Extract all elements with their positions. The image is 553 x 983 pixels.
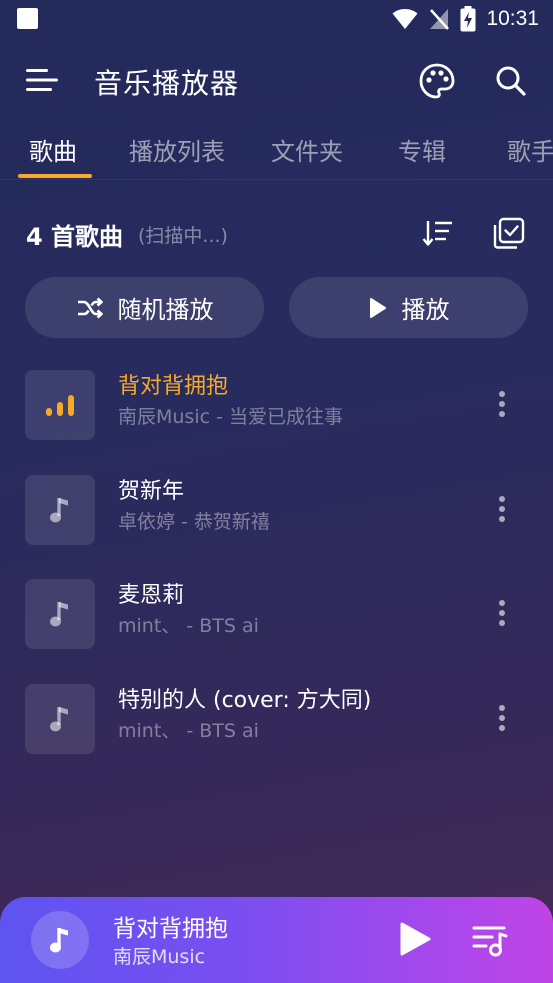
play-icon bbox=[369, 297, 386, 318]
palette-icon[interactable] bbox=[418, 62, 456, 100]
tab-artists[interactable]: 歌手 bbox=[507, 132, 553, 167]
no-signal-icon bbox=[430, 9, 450, 30]
mini-player[interactable]: 背对背拥抱 南辰Music bbox=[0, 897, 553, 983]
equalizer-icon bbox=[46, 395, 74, 416]
song-title: 麦恩莉 bbox=[118, 583, 185, 608]
song-thumbnail bbox=[25, 475, 95, 545]
status-bar: 10:31 bbox=[0, 0, 553, 38]
sort-icon[interactable] bbox=[420, 215, 456, 251]
more-options-icon[interactable] bbox=[486, 593, 518, 633]
app-bar: 音乐播放器 bbox=[0, 50, 553, 112]
song-subtitle: mint、 - BTS ai bbox=[118, 720, 259, 742]
song-subtitle: mint、 - BTS ai bbox=[118, 615, 259, 637]
song-count: 4 首歌曲 bbox=[26, 223, 124, 251]
song-subtitle: 卓依婷 - 恭贺新禧 bbox=[118, 511, 270, 533]
more-options-icon[interactable] bbox=[486, 384, 518, 424]
list-header: 4 首歌曲 (扫描中...) bbox=[0, 205, 553, 261]
song-title: 贺新年 bbox=[118, 479, 185, 504]
tab-albums[interactable]: 专辑 bbox=[398, 132, 446, 167]
play-all-label: 播放 bbox=[401, 296, 450, 324]
song-thumbnail bbox=[25, 684, 95, 754]
clock: 10:31 bbox=[486, 7, 539, 30]
song-row[interactable]: 麦恩莉 mint、 - BTS ai bbox=[0, 571, 553, 661]
queue-icon[interactable] bbox=[470, 920, 510, 960]
page-title: 音乐播放器 bbox=[94, 68, 240, 99]
song-row[interactable]: 背对背拥抱 南辰Music - 当爱已成往事 bbox=[0, 362, 553, 452]
scanning-status: (扫描中...) bbox=[138, 225, 228, 247]
search-icon[interactable] bbox=[492, 62, 530, 100]
play-icon[interactable] bbox=[394, 919, 434, 959]
song-thumbnail bbox=[25, 370, 95, 440]
multi-select-icon[interactable] bbox=[491, 215, 527, 251]
tab-songs[interactable]: 歌曲 bbox=[29, 132, 77, 167]
song-row[interactable]: 贺新年 卓依婷 - 恭贺新禧 bbox=[0, 467, 553, 557]
song-subtitle: 南辰Music - 当爱已成往事 bbox=[118, 406, 343, 428]
shuffle-icon bbox=[77, 297, 103, 318]
more-options-icon[interactable] bbox=[486, 489, 518, 529]
mini-player-title: 背对背拥抱 bbox=[113, 916, 228, 942]
shuffle-button[interactable]: 随机播放 bbox=[25, 277, 264, 338]
mini-player-artwork bbox=[31, 911, 89, 969]
battery-charging-icon bbox=[460, 6, 476, 32]
more-options-icon[interactable] bbox=[486, 698, 518, 738]
music-note-icon bbox=[50, 928, 68, 953]
song-thumbnail bbox=[25, 579, 95, 649]
wifi-icon bbox=[392, 9, 418, 29]
status-icons: 10:31 bbox=[392, 4, 539, 34]
tab-folders[interactable]: 文件夹 bbox=[271, 132, 343, 167]
song-title: 背对背拥抱 bbox=[118, 374, 229, 399]
shuffle-label: 随机播放 bbox=[117, 296, 214, 324]
tab-playlists[interactable]: 播放列表 bbox=[129, 132, 225, 167]
tab-indicator bbox=[18, 174, 92, 178]
play-all-button[interactable]: 播放 bbox=[289, 277, 528, 338]
song-title: 特别的人 (cover: 方大同) bbox=[118, 688, 372, 713]
music-note-icon bbox=[50, 602, 68, 627]
app-notification-square-icon bbox=[17, 8, 38, 29]
mini-player-artist: 南辰Music bbox=[113, 946, 206, 968]
tab-bar: 歌曲 播放列表 文件夹 专辑 歌手 bbox=[0, 128, 553, 180]
menu-icon[interactable] bbox=[24, 64, 60, 96]
song-row[interactable]: 特别的人 (cover: 方大同) mint、 - BTS ai bbox=[0, 676, 553, 766]
music-note-icon bbox=[50, 707, 68, 732]
music-note-icon bbox=[50, 498, 68, 523]
